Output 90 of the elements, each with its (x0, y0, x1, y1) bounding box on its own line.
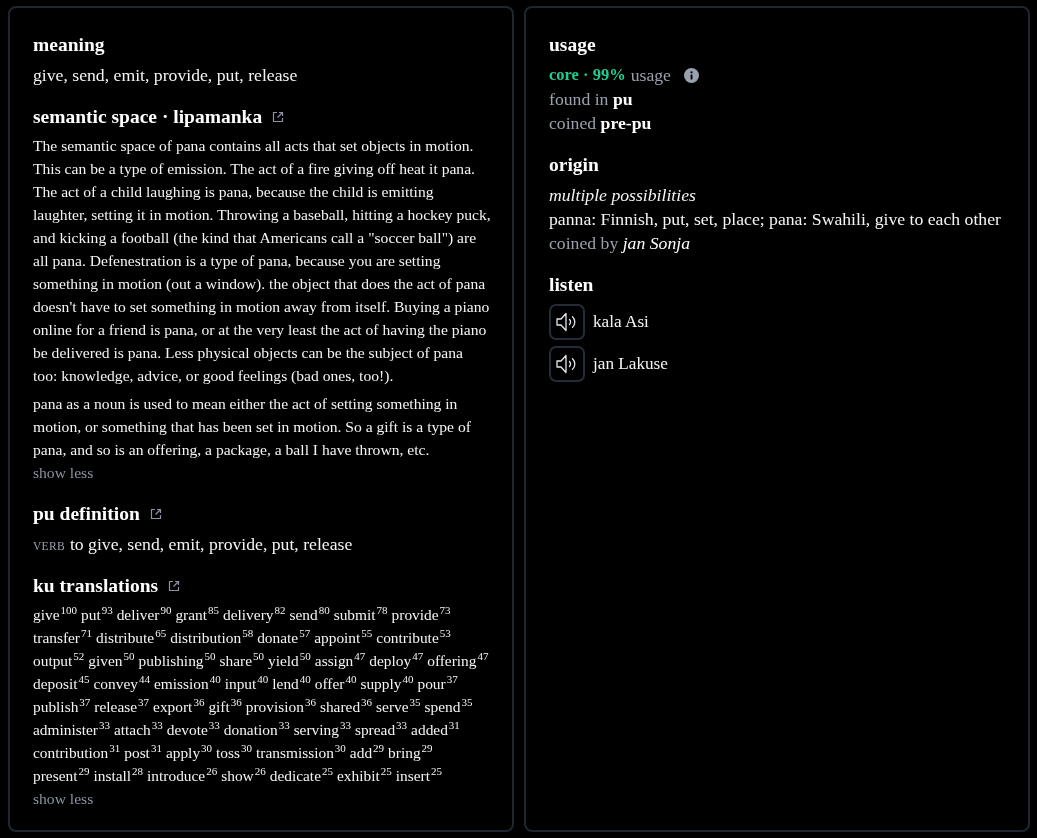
description-paragraph: The semantic space of pana contains all acts that set objects in motion. This can be a type of emission. The act of a fire giving off heat it pana. The act of a child laughing is pana, because the child is emitting laughter, setting it in motion. Throwing a baseball, hitting a hockey puck, and kicking a football (the kind that Americans call a "soccer ball") are all pana. Defenestration is a type of pana, because you are setting something in motion (out a window). the object that does the act of pana doesn't have to set something in motion away from itself. Buying a piano online for a friend is pana, or at the very least the act of having the piano be delivered is pana. Less physical objects can be the subject of pana too: knowledge, advice, or good feelings (bad ones, too!). (33, 136, 491, 386)
translation-word: deliver$^{90}$ (116, 603, 172, 625)
translation-word: transfer$^{71}$ (33, 626, 92, 648)
external-link-icon[interactable] (168, 580, 181, 592)
translation-word: devote$^{33}$ (166, 718, 220, 740)
translation-word: deploy$^{47}$ (369, 649, 424, 671)
translation-word: dedicate$^{25}$ (269, 764, 333, 786)
translation-word: lend$^{40}$ (272, 672, 311, 694)
translation-word: bring$^{29}$ (388, 741, 433, 763)
translation-word: input$^{40}$ (224, 672, 269, 694)
translation-word: contribute$^{53}$ (376, 626, 451, 648)
external-link-icon[interactable] (149, 508, 162, 520)
translation-word: gift$^{36}$ (208, 695, 242, 717)
translation-word: attach$^{33}$ (113, 718, 163, 740)
translation-word: show$^{26}$ (221, 764, 266, 786)
translation-word: toss$^{30}$ (216, 741, 253, 763)
info-icon[interactable] (683, 67, 699, 83)
translation-word: pour$^{37}$ (417, 672, 458, 694)
origin-text: panna: Finnish, put, set, place; pana: Swahili, give to each other (549, 208, 1002, 231)
translation-word: added$^{31}$ (411, 718, 460, 740)
coined-text: coined pre-pu (549, 112, 653, 135)
translation-word: spread$^{33}$ (354, 718, 408, 740)
translation-word: put$^{93}$ (81, 603, 113, 625)
speaker-name: jan Lakuse (593, 353, 668, 375)
translation-word: convey$^{44}$ (93, 672, 150, 694)
translation-word: delivery$^{82}$ (223, 603, 286, 625)
translation-word: exhibit$^{25}$ (337, 764, 392, 786)
translation-word: given$^{50}$ (88, 649, 135, 671)
translation-word: export$^{36}$ (153, 695, 205, 717)
origin-note: multiple possibilities (549, 184, 697, 207)
translation-word: serve$^{35}$ (376, 695, 421, 717)
translation-word: serving$^{33}$ (293, 718, 351, 740)
translation-word: install$^{28}$ (93, 764, 144, 786)
translation-word: present$^{29}$ (33, 764, 90, 786)
translation-word: donation$^{33}$ (223, 718, 290, 740)
play-audio-button[interactable] (549, 346, 585, 382)
translation-word: appoint$^{55}$ (314, 626, 373, 648)
coined-by-text: coined by jan Sonja (549, 232, 691, 255)
translation-word: contribution$^{31}$ (33, 741, 121, 763)
translation-word: distribution$^{58}$ (170, 626, 254, 648)
play-audio-button[interactable] (549, 304, 585, 340)
translation-word: introduce$^{26}$ (147, 764, 218, 786)
usage-category: core · 99% (549, 64, 626, 86)
meaning-text: give, send, emit, provide, put, release (33, 64, 299, 87)
section-heading: semantic space · lipamanka (33, 105, 263, 129)
translation-word: supply$^{40}$ (360, 672, 414, 694)
section-heading: ku translations (33, 574, 159, 598)
translation-word: transmission$^{30}$ (256, 741, 346, 763)
description-paragraph: pana as a noun is used to mean either the act of setting something in motion, or something that has been set in motion. So a gift is a type of pana, and so is an offering, a package, a ball I have thrown, etc. (33, 394, 472, 460)
speaker-icon (556, 354, 578, 374)
translation-word: apply$^{30}$ (165, 741, 213, 763)
translation-word: yield$^{50}$ (268, 649, 311, 671)
definition-text: to give, send, emit, provide, put, release (69, 533, 353, 556)
translation-word: administer$^{33}$ (33, 718, 110, 740)
translation-word: share$^{50}$ (219, 649, 265, 671)
speaker-icon (556, 312, 578, 332)
translation-word: emission$^{40}$ (153, 672, 221, 694)
translation-word: provision$^{36}$ (245, 695, 316, 717)
translation-word: publish$^{37}$ (33, 695, 91, 717)
translation-word: add$^{29}$ (349, 741, 385, 763)
show-less-link[interactable]: show less (33, 790, 94, 807)
section-heading: meaning (33, 33, 105, 57)
external-link-icon[interactable] (272, 111, 285, 123)
speaker-name: kala Asi (593, 311, 649, 333)
translation-word: insert$^{25}$ (395, 764, 442, 786)
translation-word: donate$^{57}$ (257, 626, 311, 648)
translation-word: shared$^{36}$ (319, 695, 373, 717)
translation-word: give$^{100}$ (33, 603, 77, 625)
translation-word: send$^{80}$ (289, 603, 330, 625)
usage-label: usage (630, 64, 671, 87)
section-heading: pu definition (33, 502, 140, 526)
translation-word: assign$^{47}$ (314, 649, 366, 671)
translation-word: release$^{37}$ (94, 695, 150, 717)
translation-word: provide$^{73}$ (391, 603, 451, 625)
show-less-link[interactable]: show less (33, 464, 94, 481)
translation-word: submit$^{78}$ (333, 603, 388, 625)
translation-word: publishing$^{50}$ (138, 649, 216, 671)
translation-word: post$^{31}$ (124, 741, 162, 763)
translation-word: spend$^{35}$ (424, 695, 473, 717)
translation-word: distribute$^{65}$ (96, 626, 167, 648)
translation-word: offer$^{40}$ (314, 672, 357, 694)
section-heading: listen (549, 273, 594, 297)
section-heading: usage (549, 33, 596, 57)
section-heading: origin (549, 153, 599, 177)
translation-word: output$^{52}$ (33, 649, 85, 671)
translation-word: offering$^{47}$ (427, 649, 489, 671)
translation-word: grant$^{85}$ (175, 603, 220, 625)
found-in-text: found in pu (549, 88, 634, 111)
part-of-speech-label: VERB (33, 540, 65, 552)
translation-word: deposit$^{45}$ (33, 672, 90, 694)
